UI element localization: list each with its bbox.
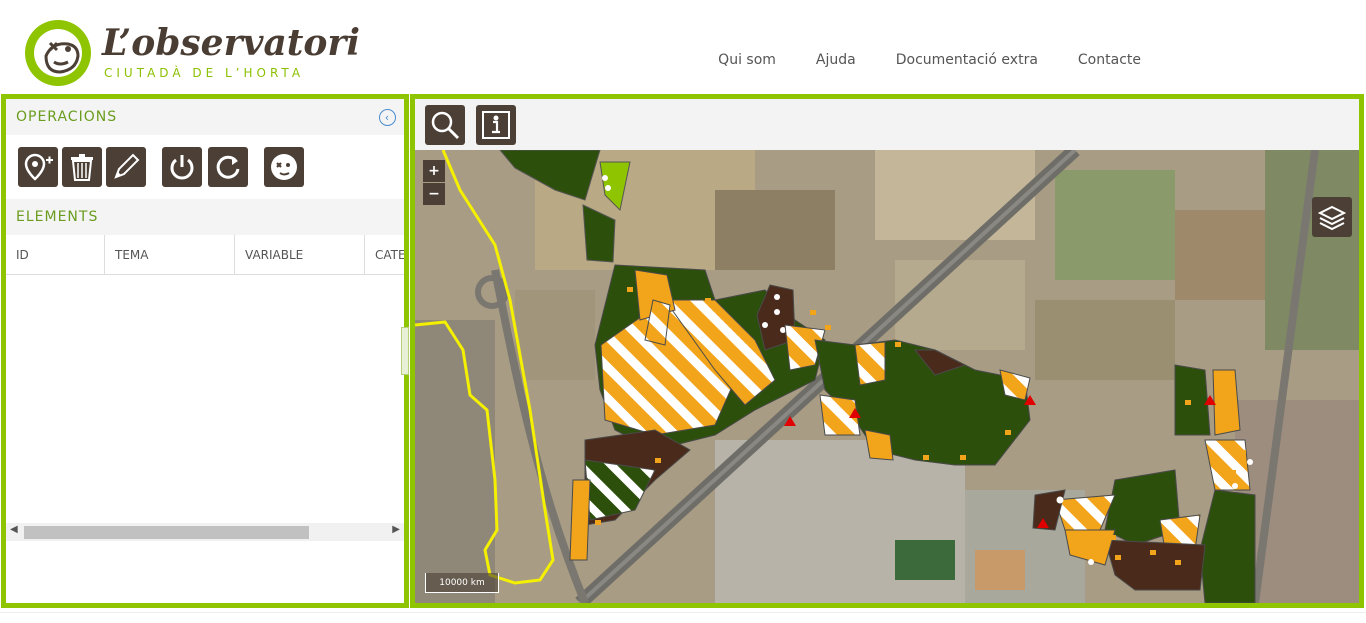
collapse-panel-button[interactable]: ‹ [379,109,396,126]
add-point-icon [24,153,53,181]
map-scale-bar: 10000 km [425,573,499,593]
info-icon [482,111,510,139]
nav-qui-som[interactable]: Qui som [718,52,776,68]
scroll-right-icon[interactable]: ▶ [392,524,400,535]
zoom-control: + − [423,160,445,206]
logo-title: L’observatori [102,22,361,64]
map-search-button[interactable] [425,105,465,145]
layers-icon [1317,205,1347,231]
elements-header: ELEMENTS [6,199,404,235]
scroll-left-icon[interactable]: ◀ [10,524,18,535]
map-satellite-layer [415,150,1359,603]
operations-panel: OPERACIONS ‹ ELEMENTS ID TEMA VARIABLE C… [1,94,409,608]
panel-resize-handle[interactable] [401,327,409,375]
chevron-left-icon: ‹ [384,111,391,124]
operations-toolbar [6,135,404,199]
elements-table-header: ID TEMA VARIABLE CATE [6,235,404,275]
refresh-icon [216,155,240,179]
observatori-button[interactable] [264,147,304,187]
operacions-title: OPERACIONS [16,109,118,125]
column-variable[interactable]: VARIABLE [235,235,365,275]
page-header: L’observatori CIUTADÀ DE L’HORTA Qui som… [0,0,1366,94]
map-info-button[interactable] [476,105,516,145]
nav-contacte[interactable]: Contacte [1078,52,1141,68]
map-panel: + − 10000 km [410,94,1364,608]
trash-icon [71,154,93,181]
main-nav: Qui som Ajuda Documentació extra Contact… [718,52,1141,68]
map-canvas[interactable]: + − 10000 km [415,150,1359,603]
column-tema[interactable]: TEMA [105,235,235,275]
elements-title: ELEMENTS [16,209,99,225]
column-categoria[interactable]: CATE [365,235,404,275]
table-horizontal-scrollbar[interactable]: ◀ ▶ [6,523,404,541]
logo-subtitle: CIUTADÀ DE L’HORTA [104,66,305,80]
search-icon [431,111,460,140]
logo-face-icon [25,20,91,86]
observatori-logo-icon [271,154,297,180]
pencil-icon [114,153,140,179]
delete-button[interactable] [62,147,102,187]
power-icon [170,155,194,180]
column-id[interactable]: ID [6,235,105,275]
layers-button[interactable] [1312,197,1352,237]
edit-button[interactable] [106,147,146,187]
site-logo[interactable]: L’observatori CIUTADÀ DE L’HORTA [24,16,360,90]
operacions-header: OPERACIONS ‹ [6,99,404,135]
map-toolbar [415,99,1359,150]
refresh-button[interactable] [208,147,248,187]
nav-ajuda[interactable]: Ajuda [816,52,856,68]
zoom-in-button[interactable]: + [423,160,445,182]
nav-documentacio-extra[interactable]: Documentació extra [896,52,1038,68]
zoom-out-button[interactable]: − [423,183,445,205]
add-point-button[interactable] [18,147,58,187]
footer-divider [0,612,1366,613]
scrollbar-thumb[interactable] [24,526,309,539]
power-button[interactable] [162,147,202,187]
